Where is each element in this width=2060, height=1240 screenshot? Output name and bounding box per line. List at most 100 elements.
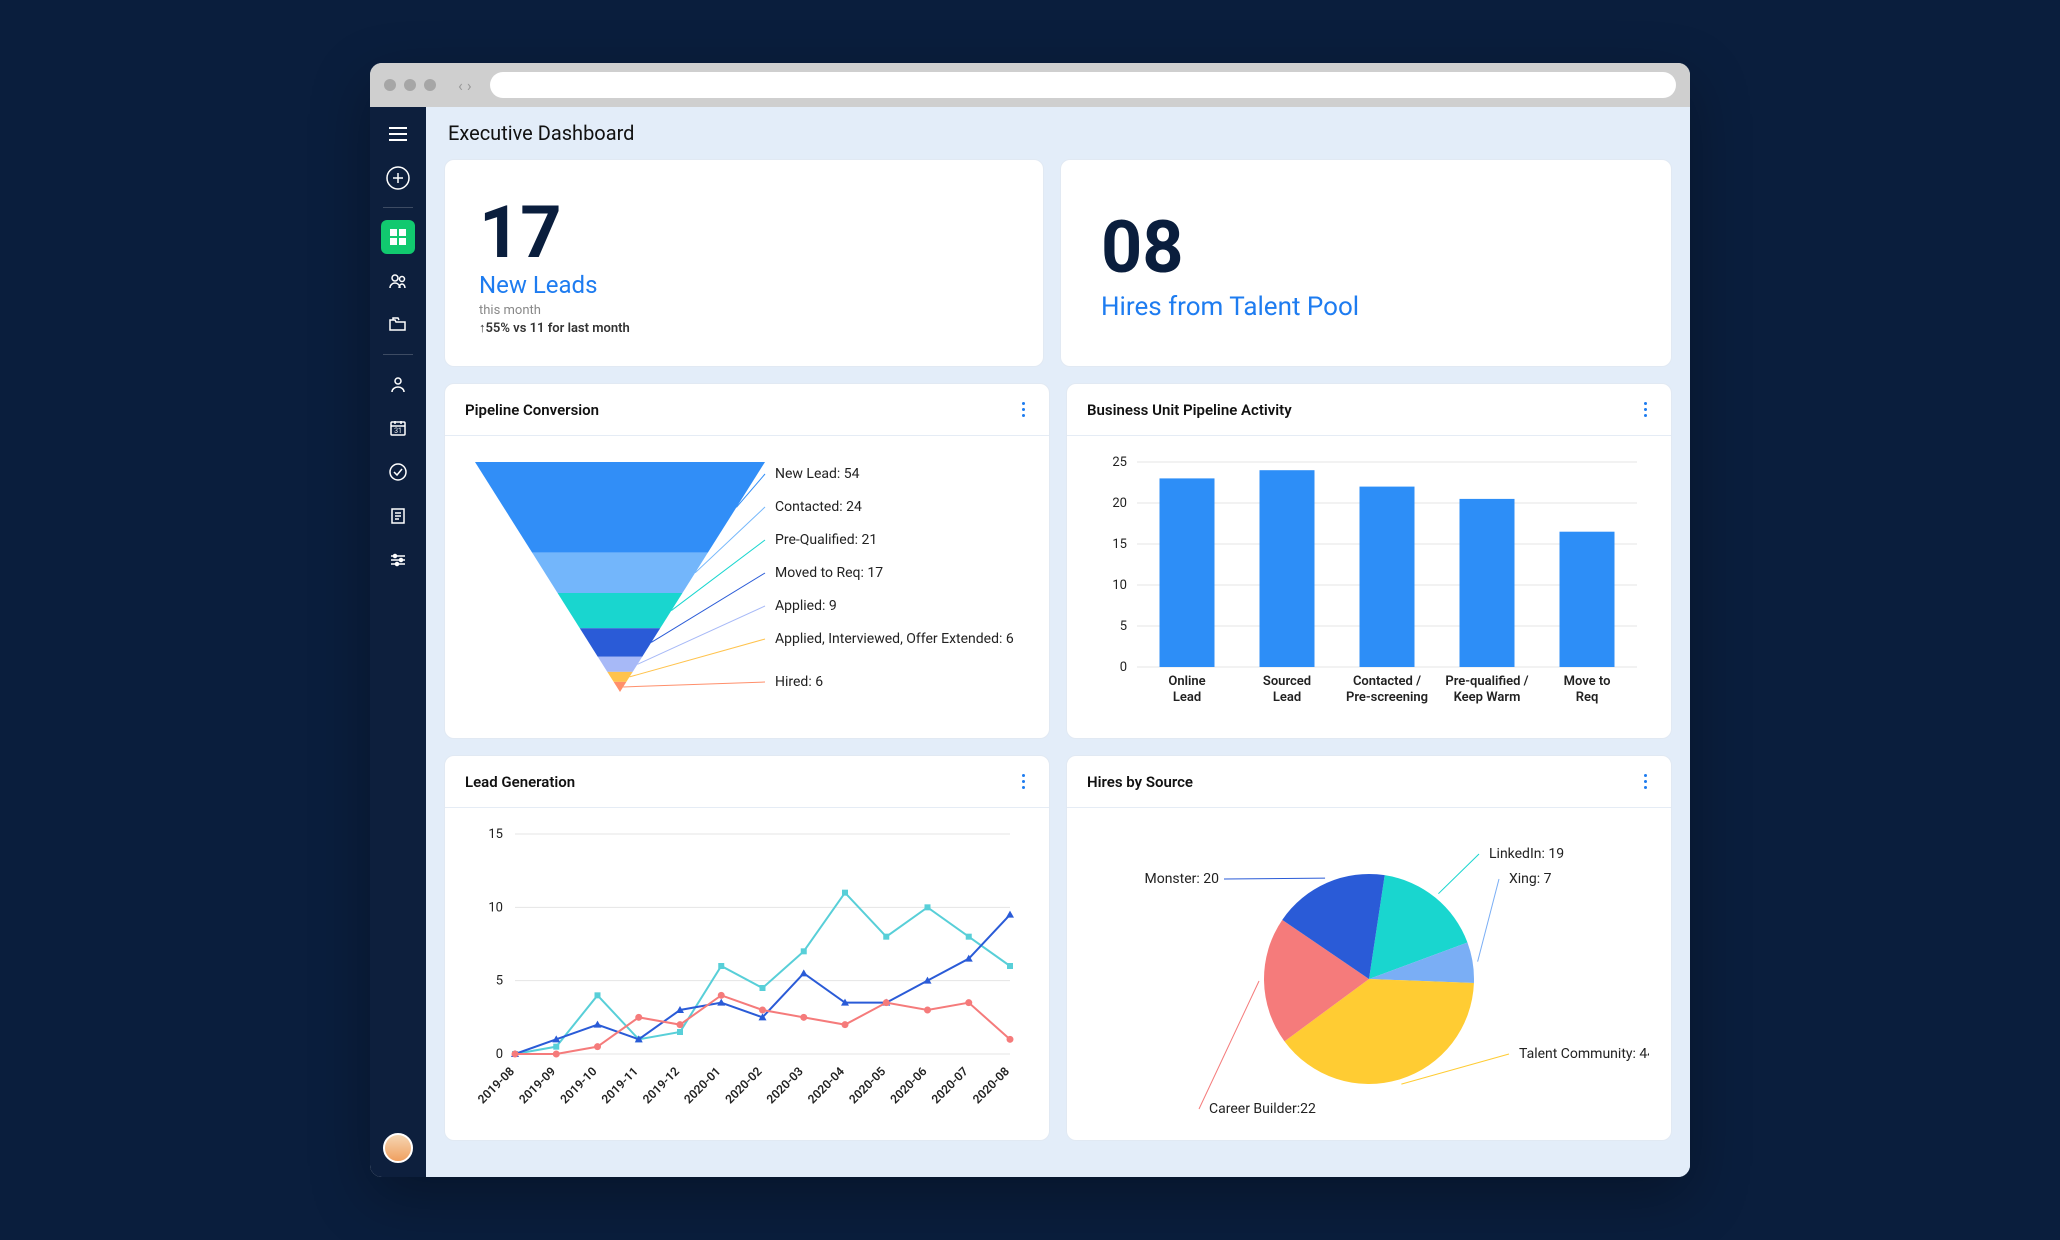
svg-text:Career Builder:22: Career Builder:22 bbox=[1209, 1101, 1316, 1117]
forward-icon[interactable]: › bbox=[467, 76, 472, 95]
card-menu-icon[interactable] bbox=[1018, 398, 1029, 421]
svg-text:0: 0 bbox=[496, 1047, 503, 1062]
pipeline-conversion-chart: New Lead: 54 Contacted: 24 Pre-Qualified: … bbox=[445, 436, 1049, 738]
sidebar-divider bbox=[383, 354, 413, 355]
kpi-label: New Leads bbox=[479, 271, 1009, 299]
svg-text:Online: Online bbox=[1168, 674, 1205, 689]
calendar-icon[interactable]: 31 bbox=[381, 411, 415, 445]
card-menu-icon[interactable] bbox=[1640, 770, 1651, 793]
svg-text:2020-08: 2020-08 bbox=[970, 1064, 1012, 1106]
page-title: Executive Dashboard bbox=[448, 121, 634, 145]
card-title: Business Unit Pipeline Activity bbox=[1087, 401, 1292, 419]
minimize-window-icon[interactable] bbox=[404, 79, 416, 91]
lead-generation-chart: 0 5 10 15 2019-082019-092019-102019-112019-1… bbox=[445, 808, 1049, 1140]
card-menu-icon[interactable] bbox=[1018, 770, 1029, 793]
svg-text:Sourced: Sourced bbox=[1263, 674, 1311, 689]
dashboard-content: 17 New Leads this month ↑55% vs 11 for l… bbox=[426, 159, 1690, 1177]
card-title: Lead Generation bbox=[465, 773, 575, 791]
menu-icon[interactable] bbox=[381, 117, 415, 151]
svg-text:2019-08: 2019-08 bbox=[475, 1064, 517, 1106]
svg-text:2019-10: 2019-10 bbox=[558, 1064, 600, 1106]
person-icon[interactable] bbox=[381, 367, 415, 401]
card-header: Hires by Source bbox=[1067, 756, 1671, 808]
svg-text:15: 15 bbox=[1112, 537, 1127, 552]
dashboard-icon[interactable] bbox=[381, 220, 415, 254]
svg-text:10: 10 bbox=[488, 900, 503, 915]
svg-text:2020-06: 2020-06 bbox=[888, 1064, 930, 1106]
svg-text:0: 0 bbox=[1120, 660, 1127, 675]
svg-text:Hired: 6: Hired: 6 bbox=[775, 674, 823, 690]
svg-text:Req: Req bbox=[1576, 690, 1599, 705]
close-window-icon[interactable] bbox=[384, 79, 396, 91]
chart-row-2: Lead Generation 0510152019-082019-092019… bbox=[444, 755, 1672, 1141]
main-content: Executive Dashboard 17 New Leads this mo… bbox=[426, 107, 1690, 1177]
svg-text:Keep Warm: Keep Warm bbox=[1454, 690, 1521, 705]
card-title: Hires by Source bbox=[1087, 773, 1193, 791]
svg-text:2020-07: 2020-07 bbox=[929, 1064, 971, 1106]
check-circle-icon[interactable] bbox=[381, 455, 415, 489]
kpi-row: 17 New Leads this month ↑55% vs 11 for l… bbox=[444, 159, 1672, 367]
svg-text:2019-11: 2019-11 bbox=[599, 1064, 641, 1106]
kpi-value: 17 bbox=[479, 190, 1009, 275]
pie-chart: LinkedIn: 19Xing: 7Talent Community: 44C… bbox=[1089, 824, 1649, 1124]
svg-text:10: 10 bbox=[1112, 578, 1127, 593]
svg-text:Pre-screening: Pre-screening bbox=[1346, 690, 1428, 705]
avatar[interactable] bbox=[383, 1133, 413, 1163]
svg-text:25: 25 bbox=[1112, 455, 1127, 470]
svg-text:5: 5 bbox=[496, 974, 503, 989]
app-shell: 31 Executive Dashboard 17 bbox=[370, 107, 1690, 1177]
svg-text:Monster: 20: Monster: 20 bbox=[1144, 871, 1219, 887]
svg-text:New Lead: 54: New Lead: 54 bbox=[775, 466, 860, 482]
folders-icon[interactable] bbox=[381, 308, 415, 342]
card-menu-icon[interactable] bbox=[1640, 398, 1651, 421]
page-header: Executive Dashboard bbox=[426, 107, 1690, 159]
sidebar: 31 bbox=[370, 107, 426, 1177]
kpi-hires-talent-pool: 08 Hires from Talent Pool bbox=[1060, 159, 1672, 367]
browser-nav-arrows: ‹ › bbox=[458, 76, 472, 95]
svg-text:20: 20 bbox=[1112, 496, 1127, 511]
card-header: Pipeline Conversion bbox=[445, 384, 1049, 436]
svg-text:2019-12: 2019-12 bbox=[640, 1064, 682, 1106]
svg-text:2020-03: 2020-03 bbox=[764, 1064, 806, 1106]
bu-pipeline-chart: 0510152025OnlineLeadSourcedLeadContacted… bbox=[1067, 436, 1671, 738]
svg-text:Contacted: 24: Contacted: 24 bbox=[775, 499, 862, 515]
hires-by-source-card: Hires by Source LinkedIn: 19Xing: 7Talen… bbox=[1066, 755, 1672, 1141]
back-icon[interactable]: ‹ bbox=[458, 76, 463, 95]
add-icon[interactable] bbox=[381, 161, 415, 195]
svg-text:Talent Community: 44: Talent Community: 44 bbox=[1519, 1046, 1649, 1062]
people-icon[interactable] bbox=[381, 264, 415, 298]
browser-window: ‹ › 3 bbox=[370, 63, 1690, 1177]
traffic-lights bbox=[384, 79, 436, 91]
address-bar[interactable] bbox=[490, 72, 1676, 98]
svg-text:2020-02: 2020-02 bbox=[723, 1064, 765, 1106]
news-icon[interactable] bbox=[381, 499, 415, 533]
kpi-new-leads: 17 New Leads this month ↑55% vs 11 for l… bbox=[444, 159, 1044, 367]
card-header: Business Unit Pipeline Activity bbox=[1067, 384, 1671, 436]
lead-generation-card: Lead Generation 0510152019-082019-092019… bbox=[444, 755, 1050, 1141]
svg-text:Applied: 9: Applied: 9 bbox=[775, 598, 837, 614]
svg-text:Moved to Req: 17: Moved to Req: 17 bbox=[775, 565, 883, 581]
sliders-icon[interactable] bbox=[381, 543, 415, 577]
svg-text:15: 15 bbox=[488, 827, 503, 842]
svg-text:31: 31 bbox=[394, 427, 402, 435]
kpi-value: 08 bbox=[1101, 205, 1184, 290]
maximize-window-icon[interactable] bbox=[424, 79, 436, 91]
bu-pipeline-card: Business Unit Pipeline Activity 0 5 10 15 20… bbox=[1066, 383, 1672, 739]
svg-text:Pre-Qualified: 21: Pre-Qualified: 21 bbox=[775, 532, 877, 548]
svg-text:2019-09: 2019-09 bbox=[516, 1064, 558, 1106]
card-header: Lead Generation bbox=[445, 756, 1049, 808]
svg-text:Contacted /: Contacted / bbox=[1353, 674, 1421, 689]
sidebar-divider bbox=[383, 207, 413, 208]
bar-chart: 0510152025OnlineLeadSourcedLeadContacted… bbox=[1087, 452, 1647, 722]
line-chart: 0 5 10 15 2019-082019-092019-102019-112019-1… bbox=[465, 824, 1025, 1124]
svg-text:2020-05: 2020-05 bbox=[846, 1064, 888, 1106]
kpi-period: this month bbox=[479, 303, 1009, 318]
svg-text:LinkedIn: 19: LinkedIn: 19 bbox=[1489, 846, 1564, 862]
svg-text:5: 5 bbox=[1120, 619, 1127, 634]
pipeline-conversion-card: Pipeline Conversion New Lead: 54 Contacte… bbox=[444, 383, 1050, 739]
kpi-label: Hires from Talent Pool bbox=[1101, 292, 1359, 322]
chart-row-1: Pipeline Conversion New Lead: 54 Contacte… bbox=[444, 383, 1672, 739]
svg-text:Lead: Lead bbox=[1273, 690, 1301, 705]
svg-text:2020-01: 2020-01 bbox=[681, 1064, 723, 1106]
svg-text:2020-04: 2020-04 bbox=[805, 1064, 847, 1106]
